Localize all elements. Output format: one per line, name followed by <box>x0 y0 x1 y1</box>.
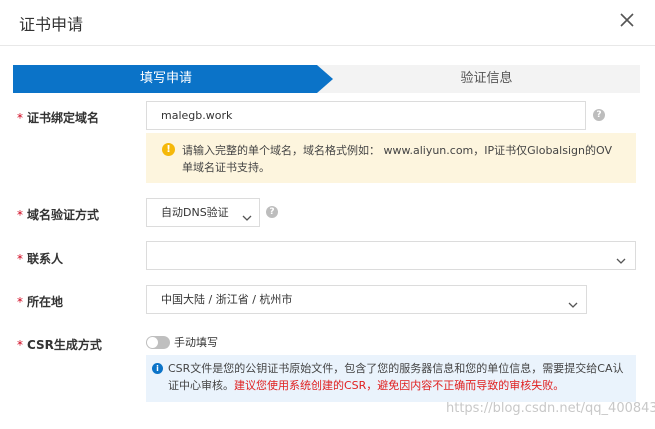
chevron-down-icon <box>615 250 627 264</box>
csr-toggle-label: 手动填写 <box>174 336 218 349</box>
close-icon[interactable] <box>617 10 637 30</box>
csr-label: * CSR生成方式 <box>17 338 102 352</box>
csr-manual-toggle[interactable] <box>146 336 170 349</box>
dialog-header: 证书申请 <box>0 0 655 46</box>
chevron-down-icon <box>567 294 579 308</box>
dialog-title: 证书申请 <box>19 15 84 34</box>
required-mark: * <box>17 295 23 309</box>
info-icon: i <box>152 363 163 374</box>
chevron-down-icon <box>241 207 253 221</box>
steps-bar: 填写申请 验证信息 <box>13 65 640 93</box>
help-icon[interactable]: ? <box>593 109 605 121</box>
location-value: 中国大陆 / 浙江省 / 杭州市 <box>161 293 293 306</box>
contact-label: * 联系人 <box>17 252 64 266</box>
domain-input[interactable]: malegb.work <box>146 101 586 130</box>
verify-method-value: 自动DNS验证 <box>161 206 229 219</box>
verify-method-label: * 域名验证方式 <box>17 208 100 222</box>
step-fill-application: 填写申请 <box>139 71 192 86</box>
help-icon[interactable]: ? <box>266 206 278 218</box>
domain-notice-text: 请输入完整的单个域名，域名格式例如： www.aliyun.com，IP证书仅G… <box>182 144 612 174</box>
required-mark: * <box>17 338 23 352</box>
location-label: * 所在地 <box>17 295 64 309</box>
warning-icon: ! <box>162 143 175 156</box>
location-select[interactable]: 中国大陆 / 浙江省 / 杭州市 <box>146 285 587 314</box>
toggle-knob <box>147 337 158 348</box>
required-mark: * <box>17 252 23 266</box>
step-verify-info: 验证信息 <box>460 71 513 86</box>
csr-notice-warning: 建议您使用系统创建的CSR，避免因内容不正确而导致的审核失败。 <box>234 379 565 392</box>
domain-label: * 证书绑定域名 <box>17 111 100 125</box>
required-mark: * <box>17 111 23 125</box>
domain-notice: ! 请输入完整的单个域名，域名格式例如： www.aliyun.com，IP证书… <box>146 133 636 183</box>
contact-select[interactable] <box>146 241 636 270</box>
verify-method-select[interactable]: 自动DNS验证 <box>146 198 260 227</box>
required-mark: * <box>17 208 23 222</box>
watermark: https://blog.csdn.net/qq_40084325 <box>446 401 655 416</box>
csr-notice: i CSR文件是您的公钥证书原始文件，包含了您的服务器信息和您的单位信息，需要提… <box>146 355 636 402</box>
csr-notice-text: CSR文件是您的公钥证书原始文件，包含了您的服务器信息和您的单位信息，需要提交给… <box>168 360 632 394</box>
